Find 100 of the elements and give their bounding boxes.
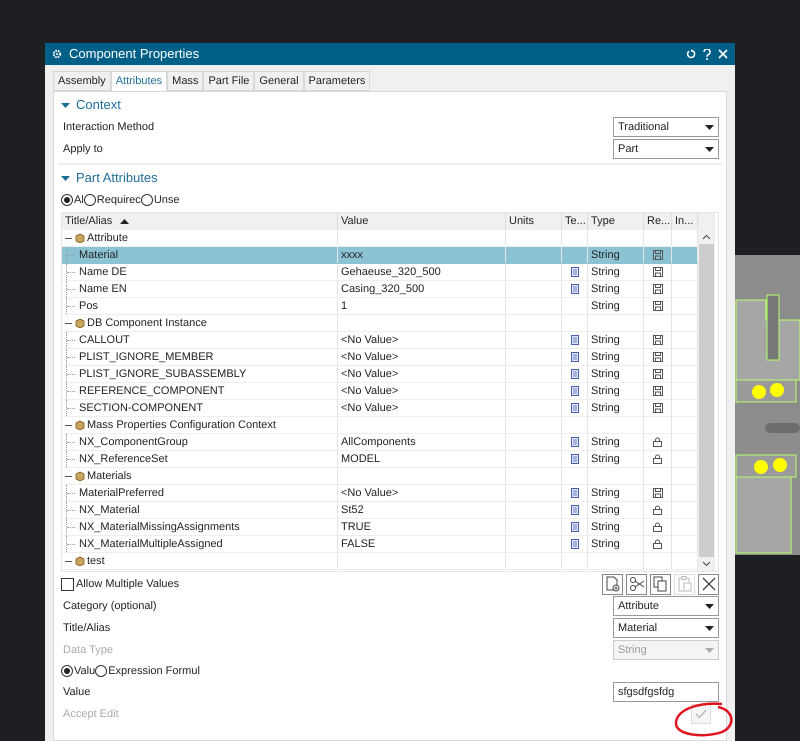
checkbox[interactable]: [61, 578, 74, 590]
table-cell: String: [588, 349, 644, 365]
save-icon: [652, 301, 662, 311]
table-cell: String: [588, 536, 644, 552]
lock-icon: [653, 437, 662, 447]
table-row[interactable]: Material xxxx String: [62, 247, 698, 264]
reset-icon[interactable]: [686, 49, 696, 59]
table-cell-text: PLIST_IGNORE_MEMBER: [78, 350, 214, 365]
column-header[interactable]: Te...: [562, 213, 588, 230]
table-cell: <No Value>: [338, 332, 506, 348]
checkbox-label[interactable]: Allow Multiple Values: [76, 576, 180, 592]
tree-group-label[interactable]: Mass Properties Configuration Context: [87, 416, 276, 434]
radio-label[interactable]: Unse: [152, 192, 180, 208]
table-cell: String: [588, 247, 644, 263]
scrollbar[interactable]: [698, 213, 715, 571]
save-icon: [652, 267, 662, 277]
toolbar-button[interactable]: [602, 574, 623, 594]
table-row[interactable]: CALLOUT <No Value> String: [62, 332, 698, 349]
close-icon[interactable]: [718, 49, 728, 59]
table-cell: AllComponents: [338, 434, 506, 450]
tab[interactable]: General: [254, 71, 304, 91]
new-document-icon: [606, 576, 620, 592]
table-row[interactable]: PLIST_IGNORE_SUBASSEMBLY <No Value> String: [62, 366, 698, 383]
table-cell: TRUE: [338, 519, 506, 535]
table-cell: String: [588, 451, 644, 467]
folder-cube-icon: [75, 318, 85, 328]
tree-group-label[interactable]: Materials: [87, 468, 132, 484]
caret-icon: [705, 648, 714, 652]
table-row[interactable]: MaterialPreferred <No Value> String: [62, 485, 698, 502]
radio-button[interactable]: [61, 665, 73, 677]
radio-label[interactable]: Expression Formul: [107, 662, 200, 680]
scroll-up-icon[interactable]: [702, 234, 711, 240]
table-row[interactable]: PLIST_IGNORE_MEMBER <No Value> String: [62, 349, 698, 366]
table-row[interactable]: NX_MaterialMissingAssignments TRUE String: [62, 519, 698, 536]
table-cell: String: [588, 383, 644, 399]
scissors-icon: [628, 576, 644, 592]
table-cell-text: NX_MaterialMissingAssignments: [78, 520, 241, 535]
table-row[interactable]: Name DE Gehaeuse_320_500 String: [62, 264, 698, 281]
radio-label[interactable]: Al: [73, 192, 84, 208]
tab[interactable]: Parameters: [304, 71, 370, 91]
table-cell: Casing_320_500: [338, 281, 506, 297]
dropdown[interactable]: Material: [613, 618, 719, 638]
table-cell: String: [588, 502, 644, 518]
toolbar-button[interactable]: [650, 574, 671, 594]
toolbar-button[interactable]: [698, 574, 719, 594]
tab[interactable]: Mass: [167, 71, 204, 91]
table-row[interactable]: SECTION-COMPONENT <No Value> String: [62, 400, 698, 417]
table-row[interactable]: Name EN Casing_320_500 String: [62, 281, 698, 298]
tree-group-label[interactable]: DB Component Instance: [87, 314, 207, 332]
table-row[interactable]: NX_ComponentGroup AllComponents String: [62, 434, 698, 451]
radio-button[interactable]: [61, 194, 73, 206]
clipboard-icon: [678, 576, 692, 592]
column-header[interactable]: Value: [338, 213, 506, 230]
tab[interactable]: Assembly: [53, 71, 111, 91]
radio-button[interactable]: [95, 665, 108, 677]
table-row[interactable]: REFERENCE_COMPONENT <No Value> String: [62, 383, 698, 400]
column-header[interactable]: Units: [506, 213, 562, 230]
table-cell-text: Pos: [78, 298, 99, 314]
table-cell: String: [588, 298, 644, 314]
tab[interactable]: Part File: [203, 71, 254, 91]
table-cell-text: NX_MaterialMultipleAssigned: [78, 536, 224, 552]
table-cell: String: [588, 519, 644, 535]
table-cell-text: Material: [78, 248, 120, 263]
dropdown[interactable]: Attribute: [613, 596, 719, 616]
column-header[interactable]: Re...: [644, 213, 672, 230]
toolbar-button[interactable]: [626, 574, 647, 594]
radio-button[interactable]: [140, 194, 153, 206]
value-field[interactable]: sfgsdfgsfdg: [613, 682, 719, 702]
tree-group-label[interactable]: test: [87, 552, 105, 570]
help-icon[interactable]: [703, 48, 711, 60]
radio-button[interactable]: [84, 194, 96, 206]
column-header[interactable]: Type: [588, 213, 644, 230]
table-cell-text: CALLOUT: [78, 332, 131, 348]
table-cell-text: NX_ReferenceSet: [78, 452, 169, 467]
table-cell: <No Value>: [338, 485, 506, 501]
table-row[interactable]: NX_MaterialMultipleAssigned FALSE String: [62, 536, 698, 553]
save-icon: [652, 386, 662, 396]
field-label: Value: [63, 684, 90, 700]
table-cell: St52: [338, 502, 506, 518]
save-icon: [652, 335, 662, 345]
save-icon: [652, 488, 662, 498]
column-header[interactable]: Title/Alias: [62, 213, 338, 230]
tab[interactable]: Attributes: [110, 71, 168, 92]
table-row[interactable]: NX_Material St52 String: [62, 502, 698, 519]
collapse-toggle-icon[interactable]: [61, 174, 70, 182]
dropdown[interactable]: Part: [613, 139, 719, 159]
table-cell-text: REFERENCE_COMPONENT: [78, 384, 226, 399]
field-label: Title/Alias: [63, 620, 110, 636]
radio-label[interactable]: Requirec: [96, 192, 141, 208]
copy-icon: [653, 576, 668, 592]
tree-group-label[interactable]: Attribute: [87, 230, 128, 246]
table-row[interactable]: NX_ReferenceSet MODEL String: [62, 451, 698, 468]
table-cell: FALSE: [338, 536, 506, 552]
table-cell-text: Name DE: [78, 264, 128, 280]
scroll-down-icon[interactable]: [702, 561, 711, 567]
collapse-toggle-icon[interactable]: [61, 100, 70, 110]
radio-label[interactable]: Valu: [73, 662, 96, 680]
dropdown[interactable]: Traditional: [613, 117, 719, 137]
table-cell: <No Value>: [338, 400, 506, 416]
table-row[interactable]: Pos 1 String: [62, 298, 698, 315]
